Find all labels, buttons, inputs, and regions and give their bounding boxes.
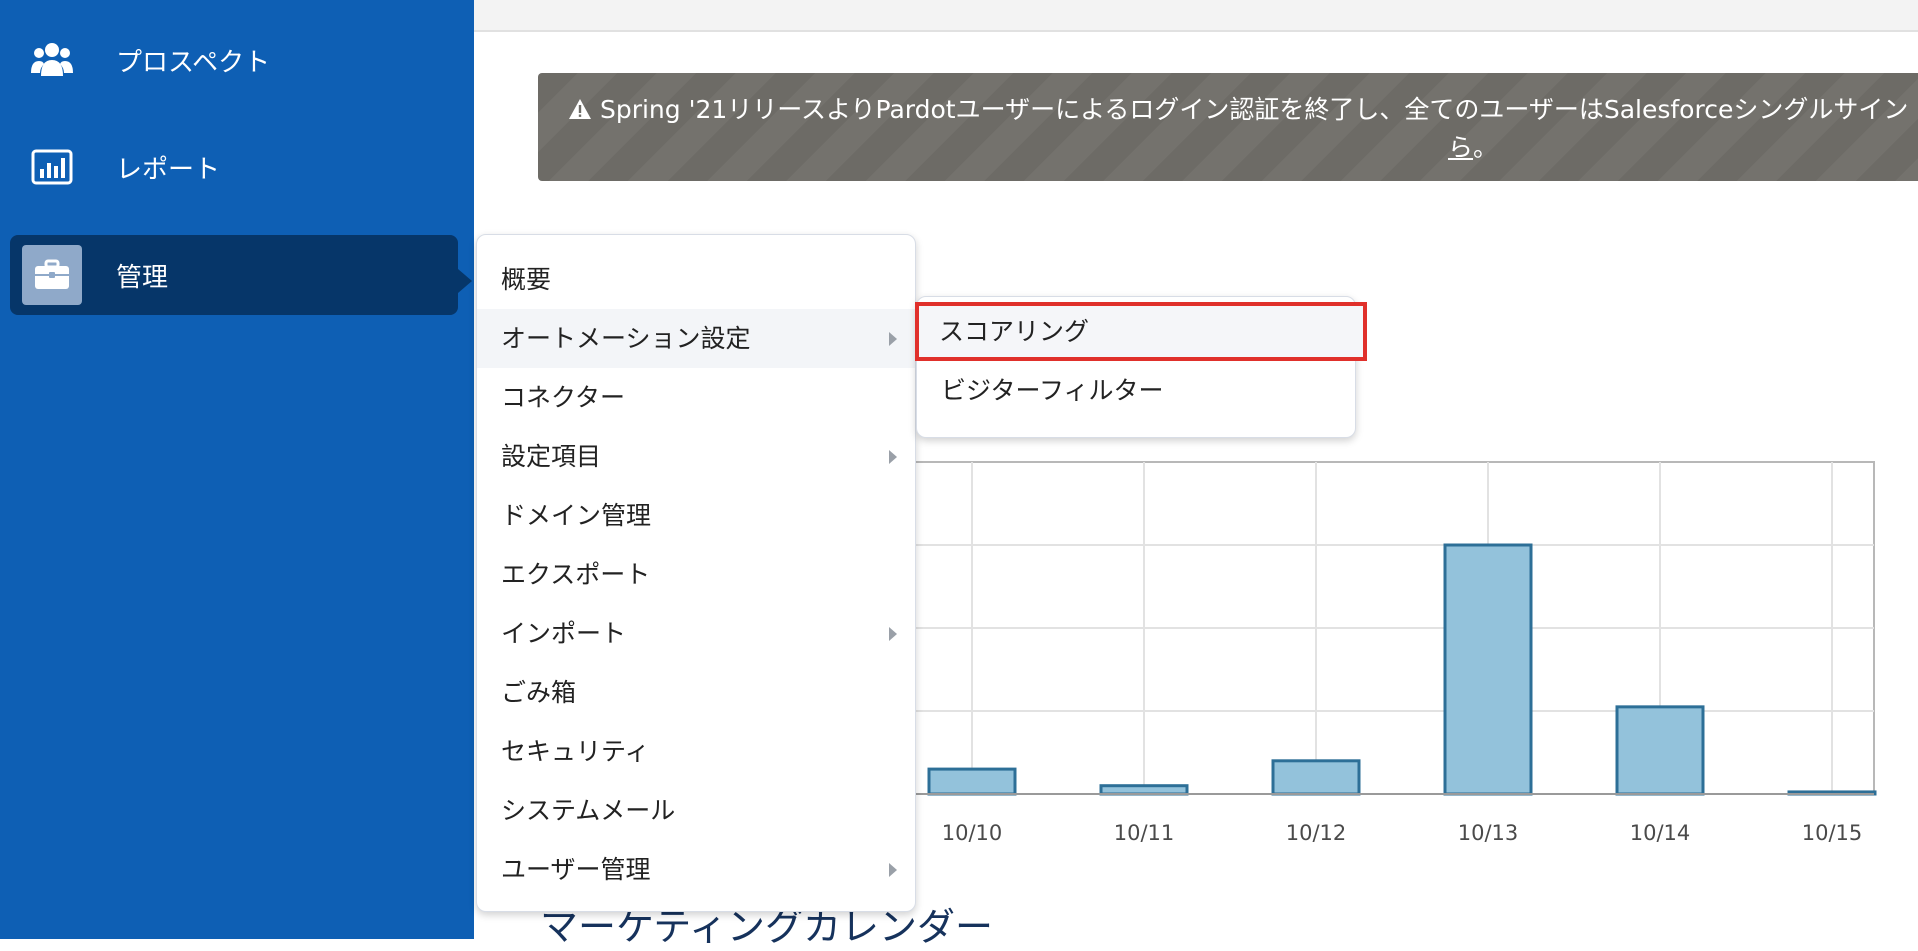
menu-item-label: ユーザー管理 bbox=[501, 855, 651, 884]
menu-item[interactable]: システムメール bbox=[477, 781, 915, 840]
sidebar-item-label: プロスペクト bbox=[116, 47, 271, 78]
menu-item[interactable]: ドメイン管理 bbox=[477, 486, 915, 545]
menu-item[interactable]: ごみ箱 bbox=[477, 663, 915, 722]
x-tick-label: 10/11 bbox=[1114, 821, 1175, 845]
menu-item-label: ごみ箱 bbox=[501, 678, 577, 707]
chart-bar bbox=[1099, 784, 1189, 796]
sidebar-item-reports[interactable]: レポート bbox=[10, 127, 458, 207]
menu-item[interactable]: ユーザー管理 bbox=[477, 840, 915, 899]
sidebar: プロスペクト レポート 管理 bbox=[0, 0, 474, 939]
menu-item-label: システムメール bbox=[501, 796, 676, 825]
menu-item-label: ドメイン管理 bbox=[501, 501, 652, 530]
sidebar-item-label: レポート bbox=[116, 154, 221, 185]
automation-submenu: スコアリング ビジターフィルター bbox=[915, 296, 1367, 438]
menu-item[interactable]: 概要 bbox=[477, 250, 915, 309]
top-bar bbox=[474, 0, 1918, 32]
users-icon bbox=[22, 30, 82, 90]
menu-item-label: 設定項目 bbox=[501, 442, 602, 471]
chevron-right-icon bbox=[889, 332, 897, 346]
menu-item[interactable]: オートメーション設定 bbox=[477, 309, 915, 368]
menu-item[interactable]: コネクター bbox=[477, 368, 915, 427]
chart-bar bbox=[1443, 543, 1533, 796]
x-tick-label: 10/10 bbox=[942, 821, 1003, 845]
menu-item-label: コネクター bbox=[501, 383, 626, 412]
menu-item-label: 概要 bbox=[501, 265, 552, 294]
chart-bar bbox=[1787, 790, 1877, 796]
warning-icon bbox=[568, 95, 600, 124]
chart-bar bbox=[1271, 759, 1361, 796]
menu-item-label: インポート bbox=[501, 619, 627, 648]
menu-item[interactable]: セキュリティ bbox=[477, 722, 915, 781]
active-pointer bbox=[458, 269, 472, 293]
menu-item-label: セキュリティ bbox=[501, 737, 650, 766]
chevron-right-icon bbox=[889, 627, 897, 641]
sidebar-item-prospects[interactable]: プロスペクト bbox=[10, 20, 458, 100]
menu-item-label: エクスポート bbox=[501, 560, 651, 589]
banner-line-2: ら。 bbox=[568, 129, 1918, 167]
menu-item[interactable]: 設定項目 bbox=[477, 427, 915, 486]
sidebar-item-admin[interactable]: 管理 bbox=[10, 235, 458, 315]
banner-text: Spring '21リリースよりPardotユーザーによるログイン認証を終了し、… bbox=[599, 95, 1909, 124]
x-tick-label: 10/14 bbox=[1630, 821, 1691, 845]
alert-banner: Spring '21リリースよりPardotユーザーによるログイン認証を終了し、… bbox=[538, 73, 1918, 181]
chart-icon bbox=[22, 137, 82, 197]
chart-bar bbox=[927, 767, 1017, 796]
menu-item-label: オートメーション設定 bbox=[501, 324, 751, 353]
submenu-item-visitor-filter[interactable]: ビジターフィルター bbox=[917, 361, 1355, 420]
menu-item[interactable]: インポート bbox=[477, 604, 915, 663]
banner-line-1: Spring '21リリースよりPardotユーザーによるログイン認証を終了し、… bbox=[568, 91, 1918, 129]
admin-dropdown-menu: 概要オートメーション設定 コネクター設定項目ドメイン管理 エクスポート インポートごみ… bbox=[476, 234, 916, 912]
chart-bar bbox=[1615, 705, 1705, 796]
x-tick-label: 10/12 bbox=[1286, 821, 1347, 845]
chevron-right-icon bbox=[889, 863, 897, 877]
sidebar-item-label: 管理 bbox=[116, 262, 169, 293]
x-tick-label: 10/15 bbox=[1802, 821, 1863, 845]
chevron-right-icon bbox=[889, 450, 897, 464]
banner-suffix: 。 bbox=[1473, 133, 1499, 162]
banner-link[interactable]: ら bbox=[1448, 133, 1473, 162]
menu-item[interactable]: エクスポート bbox=[477, 545, 915, 604]
submenu-item-scoring[interactable]: スコアリング bbox=[915, 302, 1367, 361]
x-tick-label: 10/13 bbox=[1458, 821, 1519, 845]
briefcase-icon bbox=[22, 245, 82, 305]
